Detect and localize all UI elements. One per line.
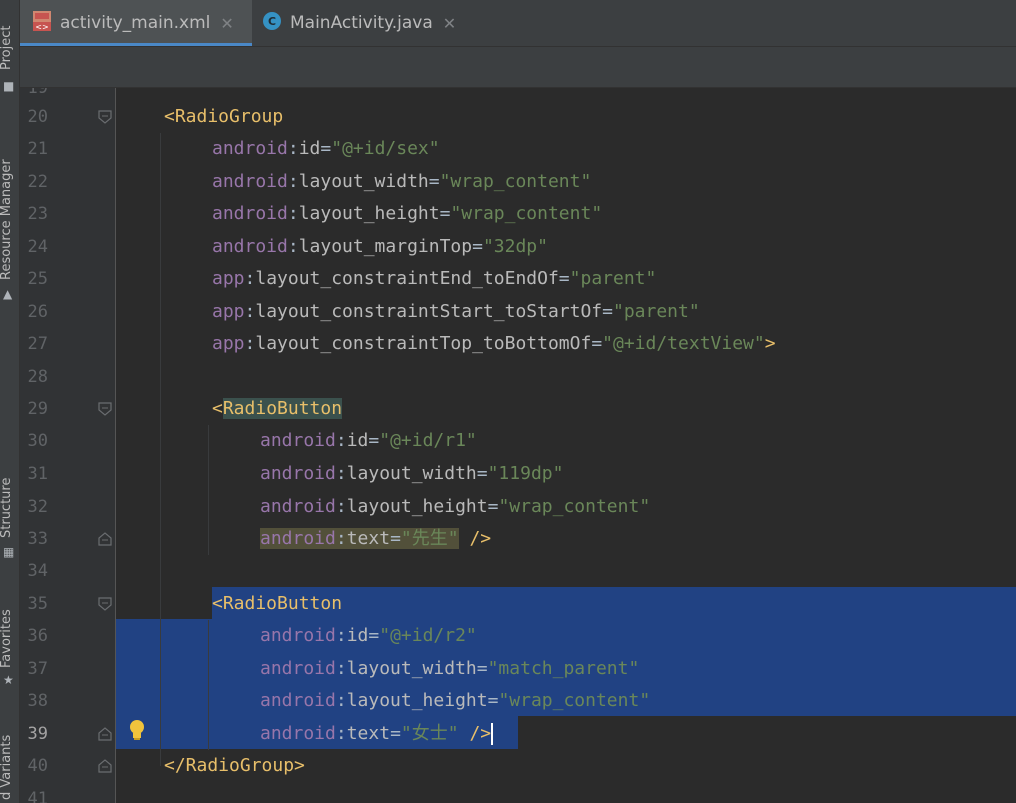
resource-icon: ▲	[3, 287, 13, 301]
code-line: android:layout_width="119dp"	[260, 463, 564, 484]
fold-end-icon[interactable]	[98, 727, 112, 741]
editor-toolbar	[20, 47, 1016, 88]
code-line-current: android:text="女士" />	[260, 723, 494, 745]
fold-end-icon[interactable]	[98, 532, 112, 546]
fold-collapse-icon[interactable]	[98, 597, 112, 611]
code-line: android:layout_marginTop="32dp"	[212, 236, 548, 257]
gutter-markers	[20, 88, 144, 803]
code-line: <RadioGroup	[164, 106, 284, 127]
favorites-label: Favorites	[0, 609, 14, 668]
tab-activity-main-xml[interactable]: <> activity_main.xml ✕	[20, 0, 252, 46]
code-lines: <RadioGroup android:id="@+id/sex" androi…	[116, 88, 1016, 803]
star-icon: ★	[3, 673, 14, 687]
code-line: android:layout_width="wrap_content"	[212, 171, 592, 192]
code-line: app:layout_constraintStart_toStartOf="pa…	[212, 301, 700, 322]
structure-icon: ▦	[3, 545, 15, 559]
resource-manager-tool-button[interactable]: Resource Manager ▲	[0, 130, 19, 310]
java-class-icon: C	[262, 11, 282, 36]
build-variants-label: d Variants	[0, 734, 14, 800]
fold-collapse-icon[interactable]	[98, 402, 112, 416]
text-caret	[491, 723, 494, 745]
code-line: android:text="先生" />	[260, 528, 492, 549]
editor-tab-bar: <> activity_main.xml ✕ C MainActivity.ja…	[20, 0, 1016, 47]
lightbulb-icon[interactable]	[126, 718, 148, 742]
tab-label: MainActivity.java	[290, 13, 433, 33]
code-line: android:id="@+id/r1"	[260, 430, 477, 451]
folder-icon: ■	[3, 79, 15, 93]
tool-window-strip: Project ■ Resource Manager ▲ Structure ▦…	[0, 0, 20, 803]
code-line: android:layout_height="wrap_content"	[260, 496, 651, 517]
code-line: </RadioGroup>	[164, 755, 305, 776]
code-line: android:id="@+id/r2"	[260, 625, 477, 646]
close-icon[interactable]: ✕	[443, 14, 456, 33]
svg-text:<>: <>	[35, 22, 48, 31]
build-variants-tool-button[interactable]: d Variants	[0, 720, 19, 803]
code-line: android:id="@+id/sex"	[212, 138, 440, 159]
svg-text:C: C	[268, 15, 276, 28]
code-line: <RadioButton	[212, 398, 343, 419]
tab-label: activity_main.xml	[60, 13, 211, 33]
fold-end-icon[interactable]	[98, 759, 112, 773]
close-icon[interactable]: ✕	[220, 14, 233, 33]
code-line: android:layout_width="match_parent"	[260, 658, 640, 679]
structure-label: Structure	[0, 477, 14, 538]
fold-collapse-icon[interactable]	[98, 110, 112, 124]
favorites-tool-button[interactable]: Favorites ★	[0, 590, 19, 700]
code-line: android:layout_height="wrap_content"	[212, 203, 603, 224]
project-label: Project	[0, 25, 14, 70]
tab-mainactivity-java[interactable]: C MainActivity.java ✕	[262, 0, 502, 46]
code-line: android:layout_height="wrap_content"	[260, 690, 651, 711]
project-tool-button[interactable]: Project ■	[0, 0, 19, 95]
code-line: app:layout_constraintTop_toBottomOf="@+i…	[212, 333, 776, 354]
xml-file-icon: <>	[32, 10, 52, 37]
code-line: app:layout_constraintEnd_toEndOf="parent…	[212, 268, 657, 289]
structure-tool-button[interactable]: Structure ▦	[0, 460, 19, 570]
code-line: <RadioButton	[212, 593, 343, 614]
resource-manager-label: Resource Manager	[0, 159, 14, 280]
